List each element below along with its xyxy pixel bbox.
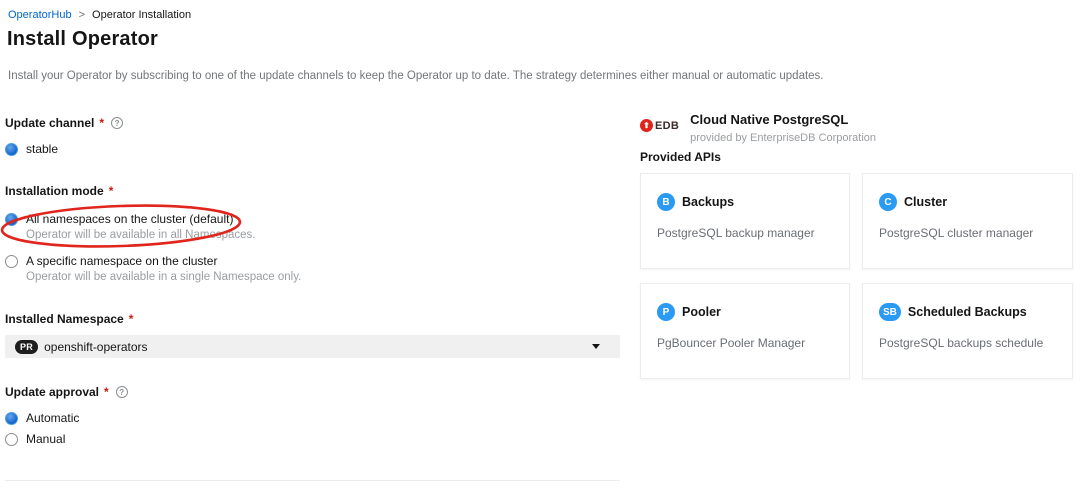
api-card-header: P Pooler bbox=[657, 303, 833, 321]
operator-title-block: Cloud Native PostgreSQL provided by Ente… bbox=[690, 110, 876, 144]
update-approval-section: Update approval * ? Automatic Manual bbox=[5, 385, 620, 446]
page-title: Install Operator bbox=[7, 28, 158, 51]
operator-name: Cloud Native PostgreSQL bbox=[690, 112, 876, 127]
api-name: Scheduled Backups bbox=[908, 305, 1027, 319]
required-asterisk: * bbox=[109, 184, 114, 198]
caret-down-icon bbox=[592, 344, 600, 349]
required-asterisk: * bbox=[99, 116, 104, 130]
api-badge-icon: C bbox=[879, 193, 897, 211]
install-form: Update channel * ? stable Installation mo… bbox=[5, 116, 620, 491]
radio-description: Operator will be available in all Namesp… bbox=[26, 229, 620, 241]
api-name: Pooler bbox=[682, 305, 721, 319]
api-name: Cluster bbox=[904, 195, 947, 209]
installed-namespace-label-text: Installed Namespace bbox=[5, 312, 124, 326]
operator-header: ⬆ EDB Cloud Native PostgreSQL provided b… bbox=[640, 110, 1074, 144]
api-description: PostgreSQL backup manager bbox=[657, 226, 833, 240]
radio-option-specific-namespace[interactable]: A specific namespace on the cluster Oper… bbox=[5, 254, 620, 283]
edb-logo-icon: ⬆ EDB bbox=[640, 119, 679, 132]
api-description: PostgreSQL cluster manager bbox=[879, 226, 1056, 240]
operator-provider: provided by EnterpriseDB Corporation bbox=[690, 132, 876, 144]
update-channel-label: Update channel * ? bbox=[5, 116, 620, 130]
namespace-select-value: openshift-operators bbox=[44, 340, 147, 354]
breadcrumb-link-operatorhub[interactable]: OperatorHub bbox=[8, 9, 72, 21]
radio-option-stable[interactable]: stable bbox=[5, 142, 620, 156]
radio-option-automatic[interactable]: Automatic bbox=[5, 411, 620, 425]
installation-mode-section: Installation mode * All namespaces on the… bbox=[5, 184, 620, 283]
help-icon[interactable]: ? bbox=[111, 117, 123, 129]
api-card-scheduled-backups[interactable]: SB Scheduled Backups PostgreSQL backups … bbox=[862, 283, 1073, 379]
radio-label: Automatic bbox=[26, 411, 79, 425]
operator-summary: ⬆ EDB Cloud Native PostgreSQL provided b… bbox=[640, 110, 1074, 379]
update-approval-label: Update approval * ? bbox=[5, 385, 620, 399]
radio-label: stable bbox=[26, 142, 58, 156]
installed-namespace-label: Installed Namespace * bbox=[5, 312, 620, 326]
namespace-select[interactable]: PR openshift-operators bbox=[5, 335, 620, 358]
api-badge-icon: P bbox=[657, 303, 675, 321]
api-card-header: C Cluster bbox=[879, 193, 1056, 211]
edb-logo-text: EDB bbox=[655, 120, 679, 132]
radio-button-icon[interactable] bbox=[5, 143, 18, 156]
api-card-backups[interactable]: B Backups PostgreSQL backup manager bbox=[640, 173, 850, 269]
installed-namespace-section: Installed Namespace * PR openshift-operat… bbox=[5, 312, 620, 358]
api-card-header: B Backups bbox=[657, 193, 833, 211]
api-name: Backups bbox=[682, 195, 734, 209]
api-badge-icon: SB bbox=[879, 303, 901, 321]
help-icon[interactable]: ? bbox=[116, 386, 128, 398]
update-channel-section: Update channel * ? stable bbox=[5, 116, 620, 156]
api-description: PostgreSQL backups schedule bbox=[879, 336, 1056, 350]
api-card-header: SB Scheduled Backups bbox=[879, 303, 1056, 321]
api-badge-icon: B bbox=[657, 193, 675, 211]
edb-logo-mark-icon: ⬆ bbox=[640, 119, 653, 132]
radio-button-icon[interactable] bbox=[5, 433, 18, 446]
update-channel-label-text: Update channel bbox=[5, 116, 94, 130]
radio-button-icon[interactable] bbox=[5, 412, 18, 425]
radio-option-manual[interactable]: Manual bbox=[5, 432, 620, 446]
red-circle-annotation bbox=[0, 201, 249, 251]
radio-label: All namespaces on the cluster (default) bbox=[26, 212, 233, 226]
api-card-cluster[interactable]: C Cluster PostgreSQL cluster manager bbox=[862, 173, 1073, 269]
breadcrumb-separator-icon: > bbox=[79, 9, 85, 21]
api-card-pooler[interactable]: P Pooler PgBouncer Pooler Manager bbox=[640, 283, 850, 379]
radio-label: A specific namespace on the cluster bbox=[26, 254, 217, 268]
api-description: PgBouncer Pooler Manager bbox=[657, 336, 833, 350]
provided-apis-label: Provided APIs bbox=[640, 150, 1074, 164]
required-asterisk: * bbox=[129, 312, 134, 326]
breadcrumb-current: Operator Installation bbox=[92, 9, 191, 21]
installation-mode-label-text: Installation mode bbox=[5, 184, 104, 198]
installation-mode-label: Installation mode * bbox=[5, 184, 620, 198]
breadcrumb: OperatorHub > Operator Installation bbox=[8, 9, 191, 21]
page-description: Install your Operator by subscribing to … bbox=[8, 70, 824, 82]
required-asterisk: * bbox=[104, 385, 109, 399]
radio-button-icon[interactable] bbox=[5, 213, 18, 226]
form-divider bbox=[5, 480, 620, 481]
radio-label: Manual bbox=[26, 432, 65, 446]
update-approval-label-text: Update approval bbox=[5, 385, 99, 399]
provided-apis-grid: B Backups PostgreSQL backup manager C Cl… bbox=[640, 173, 1074, 379]
radio-button-icon[interactable] bbox=[5, 255, 18, 268]
project-badge: PR bbox=[15, 340, 38, 354]
radio-option-all-namespaces[interactable]: All namespaces on the cluster (default) … bbox=[5, 212, 620, 241]
radio-description: Operator will be available in a single N… bbox=[26, 271, 620, 283]
